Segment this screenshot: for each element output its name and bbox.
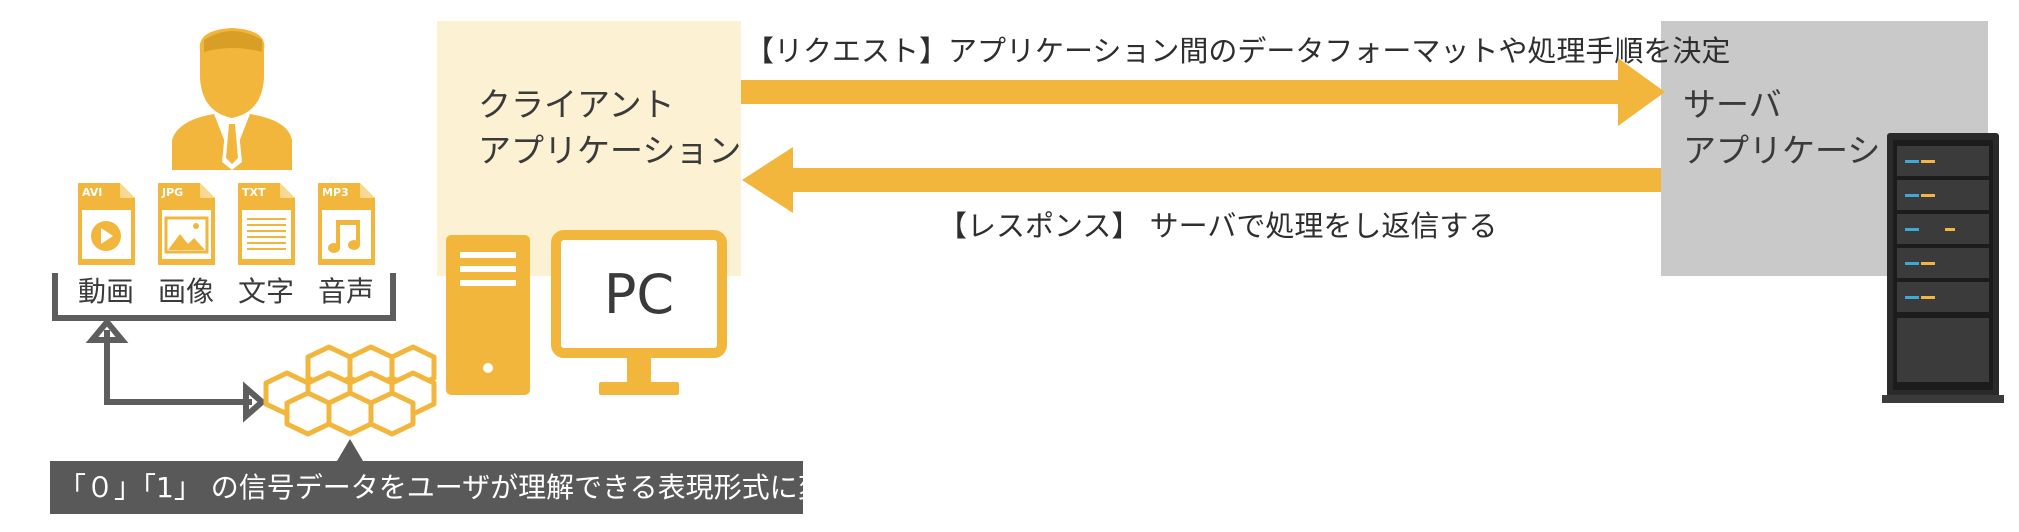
connector-arrowhead-right [243, 381, 267, 423]
conversion-caption: 「０」「1」 の信号データをユーザが理解できる表現形式に変換する [50, 461, 910, 514]
file-tag-mp3: MP3 [322, 186, 349, 199]
data-cubes-icon [263, 344, 437, 437]
media-label-text: 文字 [237, 275, 294, 308]
file-tag-avi: AVI [82, 186, 103, 199]
server-rack-icon [1882, 133, 2004, 403]
file-tag-jpg: JPG [162, 186, 184, 199]
media-label-video: 動画 [77, 275, 134, 308]
caption-pointer [337, 439, 363, 461]
media-label-audio: 音声 [317, 275, 374, 308]
file-tag-txt: TXT [242, 186, 266, 199]
media-label-image: 画像 [157, 275, 214, 308]
response-label: 【レスポンス】 サーバで処理をし返信する [938, 209, 1498, 243]
connector-line [104, 330, 252, 405]
pc-tower-icon [446, 235, 530, 395]
user-icon [172, 28, 292, 170]
diagram-graphics [52, 28, 2004, 461]
pc-label: PC [603, 263, 675, 326]
request-label: 【リクエスト】アプリケーション間のデータフォーマットや処理手順を決定 [745, 34, 1731, 68]
